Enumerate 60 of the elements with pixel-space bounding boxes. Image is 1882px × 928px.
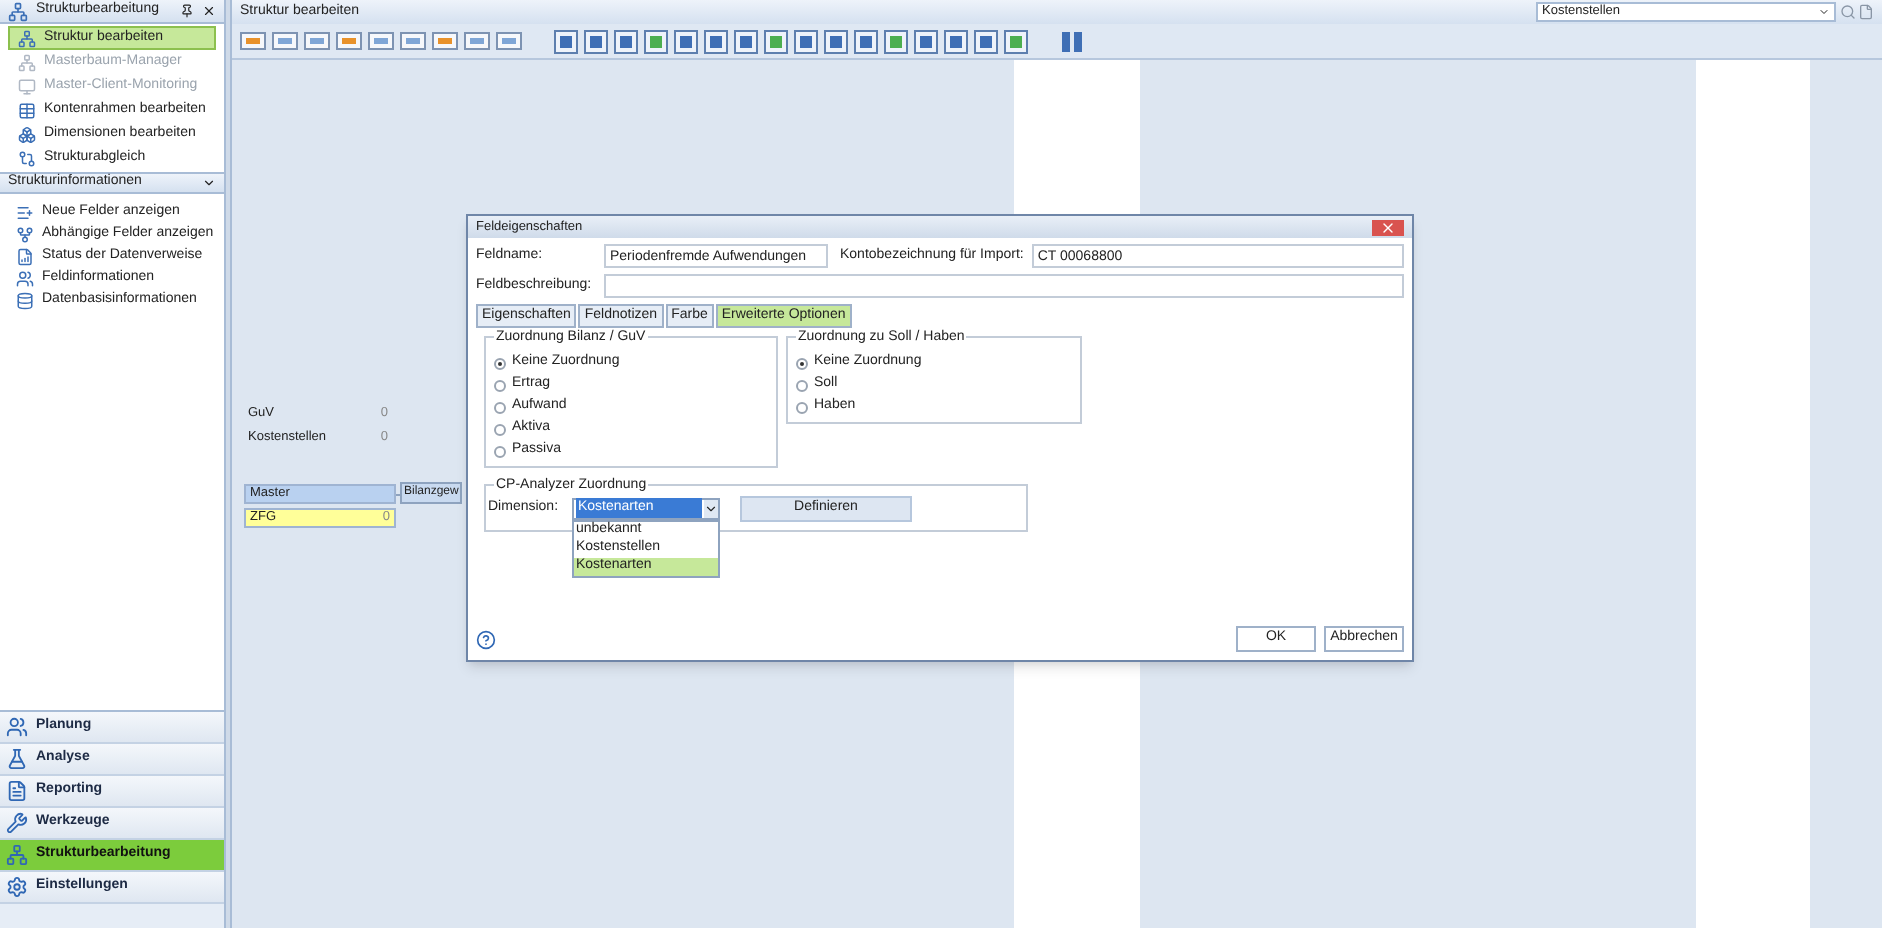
database-icon — [16, 292, 34, 310]
boxes-icon — [18, 125, 36, 143]
radio-button[interactable] — [494, 379, 506, 391]
tool-icon[interactable] — [614, 29, 638, 53]
tool-icon[interactable] — [704, 29, 728, 53]
help-icon[interactable] — [476, 629, 496, 649]
users-icon — [6, 716, 28, 738]
tool-icon[interactable] — [854, 29, 878, 53]
tool-icon[interactable] — [944, 29, 968, 53]
radio-button[interactable] — [796, 401, 808, 413]
tab-icon[interactable] — [432, 32, 458, 50]
tool-icon[interactable] — [884, 29, 908, 53]
tab-icon[interactable] — [464, 32, 490, 50]
tool-icon[interactable] — [1004, 29, 1028, 53]
document-icon — [6, 780, 28, 802]
network-icon — [6, 844, 28, 866]
close-icon[interactable] — [202, 4, 216, 18]
tab-icon[interactable] — [368, 32, 394, 50]
network-icon — [18, 29, 36, 47]
tool-icon[interactable] — [824, 29, 848, 53]
tool-icon[interactable] — [584, 29, 608, 53]
radio-button[interactable] — [494, 357, 506, 369]
tab-icon[interactable] — [272, 32, 298, 50]
radio-button[interactable] — [494, 445, 506, 457]
tab-icon[interactable] — [304, 32, 330, 50]
radio-button[interactable] — [494, 401, 506, 413]
caret-icon[interactable] — [704, 499, 718, 517]
wrench-icon — [6, 812, 28, 834]
radio-button[interactable] — [796, 379, 808, 391]
chevron-icon[interactable] — [202, 176, 216, 190]
tool-icon[interactable] — [1060, 29, 1084, 53]
tab-icon[interactable] — [496, 32, 522, 50]
tool-icon[interactable] — [554, 29, 578, 53]
tool-icon[interactable] — [974, 29, 998, 53]
report-icon — [16, 248, 34, 266]
tool-icon[interactable] — [734, 29, 758, 53]
tool-icon[interactable] — [644, 29, 668, 53]
flask-icon — [6, 748, 28, 770]
tab-icon[interactable] — [336, 32, 362, 50]
network-icon — [18, 53, 36, 71]
settings-icon — [6, 876, 28, 898]
network-icon — [8, 1, 28, 21]
tab-icon[interactable] — [240, 32, 266, 50]
tab-icon[interactable] — [400, 32, 426, 50]
tool-icon[interactable] — [914, 29, 938, 53]
radio-button[interactable] — [494, 423, 506, 435]
input-field[interactable] — [604, 274, 1404, 298]
compare-icon — [18, 149, 36, 167]
pin-icon[interactable] — [180, 4, 194, 18]
radio-button[interactable] — [796, 357, 808, 369]
search-icon[interactable] — [1840, 4, 1856, 20]
list-plus-icon — [16, 204, 34, 222]
tool-icon[interactable] — [794, 29, 818, 53]
users-icon — [16, 270, 34, 288]
tool-icon[interactable] — [674, 29, 698, 53]
page-icon[interactable] — [1858, 4, 1874, 20]
fork-icon — [16, 226, 34, 244]
tool-icon[interactable] — [764, 29, 788, 53]
table-icon — [18, 101, 36, 119]
monitor-icon — [18, 77, 36, 95]
